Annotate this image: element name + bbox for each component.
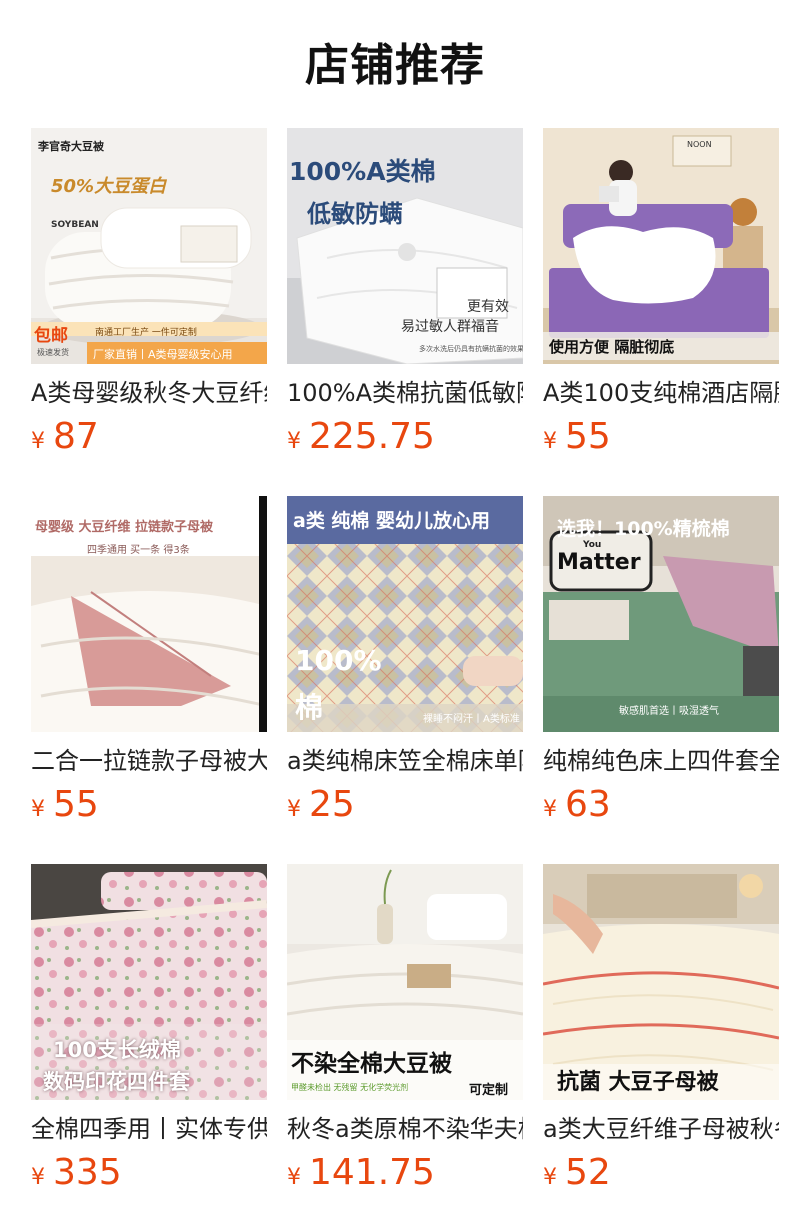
product-name[interactable]: 纯棉纯色床上四件套全棉 [543, 746, 779, 778]
currency-symbol: ¥ [287, 1165, 301, 1190]
product-price: ¥225.75 [287, 416, 435, 457]
big2-text: 棉 [295, 691, 324, 724]
small-text: 裸睡不闷汗丨A类标准 [423, 714, 520, 725]
product-card[interactable]: 100%A类棉 低敏防螨 更有效 易过敏人群福音 多次水洗后仍具有抗螨抗菌的效果… [287, 128, 523, 468]
headline-text: 不染全棉大豆被 [291, 1051, 452, 1077]
product-name[interactable]: A类母婴级秋冬大豆纤维被 [31, 378, 267, 410]
tag-text: 可定制 [469, 1083, 509, 1098]
line1-text: 100%A类棉 [289, 157, 436, 186]
currency-symbol: ¥ [287, 429, 301, 454]
product-card[interactable]: 选我！100%精梳棉 You Matter 敏感肌首选丨吸湿透气 纯棉纯色床上四… [543, 496, 779, 836]
product-price: ¥55 [31, 784, 99, 825]
headline-text: 50%大豆蛋白 [51, 176, 167, 197]
product-price: ¥141.75 [287, 1152, 435, 1193]
price-value: 63 [565, 784, 611, 825]
product-image[interactable]: NOON 使用方便 隔脏彻底 [543, 128, 779, 364]
product-name[interactable]: 全棉四季用丨实体专供四件套 [31, 1114, 267, 1146]
product-card[interactable]: 抗菌 大豆子母被 a类大豆纤维子母被秋冬加厚 ¥52 [543, 864, 779, 1204]
product-name[interactable]: a类纯棉床笠全棉床单防滑 [287, 746, 523, 778]
brand-text: 李官奇大豆被 [38, 140, 104, 153]
product-card[interactable]: 100支长绒棉 数码印花四件套 全棉四季用丨实体专供四件套 ¥335 [31, 864, 267, 1204]
product-name[interactable]: 秋冬a类原棉不染华夫格被 [287, 1114, 523, 1146]
product-card[interactable]: 母婴级 大豆纤维 拉链款子母被 四季通用 买一条 得3条 二合一拉链款子母被大豆… [31, 496, 267, 836]
product-image[interactable]: 100%A类棉 低敏防螨 更有效 易过敏人群福音 多次水洗后仍具有抗螨抗菌的效果 [287, 128, 523, 364]
bedroom-sleepbag-image [543, 128, 779, 364]
currency-symbol: ¥ [31, 1165, 45, 1190]
price-value: 335 [53, 1152, 122, 1193]
product-image[interactable]: a类 纯棉 婴幼儿放心用 100% 棉 裸睡不闷汗丨A类标准 [287, 496, 523, 732]
small-text: 敏感肌首选丨吸湿透气 [619, 706, 719, 717]
line1-text: 100支长绒棉 [53, 1038, 181, 1062]
price-value: 141.75 [309, 1152, 435, 1193]
recommend-page: 店铺推荐 李官奇大豆被 50%大豆蛋白 SOYBEAN 包邮 极速发货 南通工厂… [0, 0, 790, 1232]
product-name[interactable]: 二合一拉链款子母被大豆纤维 [31, 746, 267, 778]
price-value: 55 [565, 416, 611, 457]
currency-symbol: ¥ [543, 797, 557, 822]
product-image[interactable]: 100支长绒棉 数码印花四件套 [31, 864, 267, 1100]
price-value: 87 [53, 416, 99, 457]
line3-text: 更有效 [467, 299, 509, 315]
line2-text: 数码印花四件套 [43, 1070, 190, 1094]
product-card[interactable]: 李官奇大豆被 50%大豆蛋白 SOYBEAN 包邮 极速发货 南通工厂生产 一件… [31, 128, 267, 468]
headline-text: a类 纯棉 婴幼儿放心用 [293, 510, 491, 532]
currency-symbol: ¥ [543, 429, 557, 454]
line4-text: 易过敏人群福音 [401, 319, 499, 335]
line2-text: 四季通用 买一条 得3条 [87, 545, 190, 556]
product-card[interactable]: a类 纯棉 婴幼儿放心用 100% 棉 裸睡不闷汗丨A类标准 a类纯棉床笠全棉床… [287, 496, 523, 836]
big1-text: 100% [295, 644, 382, 677]
product-price: ¥55 [543, 416, 611, 457]
product-image[interactable]: 不染全棉大豆被 甲醛未检出 无残留 无化学荧光剂 可定制 [287, 864, 523, 1100]
product-image[interactable]: 选我！100%精梳棉 You Matter 敏感肌首选丨吸湿透气 [543, 496, 779, 732]
pillow-text: Matter [557, 550, 641, 575]
product-price: ¥52 [543, 1152, 611, 1193]
line2-text: 低敏防螨 [307, 200, 403, 228]
product-price: ¥63 [543, 784, 611, 825]
product-image[interactable]: 抗菌 大豆子母被 [543, 864, 779, 1100]
product-card[interactable]: NOON 使用方便 隔脏彻底 A类100支纯棉酒店隔脏睡袋 ¥55 [543, 128, 779, 468]
product-price: ¥25 [287, 784, 355, 825]
product-name[interactable]: A类100支纯棉酒店隔脏睡袋 [543, 378, 779, 410]
section-title: 店铺推荐 [305, 40, 485, 91]
price-value: 55 [53, 784, 99, 825]
price-value: 52 [565, 1152, 611, 1193]
sub-text: 甲醛未检出 无残留 无化学荧光剂 [291, 1083, 409, 1092]
floral-bedding-image [31, 864, 267, 1100]
wall-text: NOON [687, 140, 712, 149]
product-image[interactable]: 母婴级 大豆纤维 拉链款子母被 四季通用 买一条 得3条 [31, 496, 267, 732]
product-name[interactable]: 100%A类棉抗菌低敏防螨被 [287, 378, 523, 410]
currency-symbol: ¥ [287, 797, 301, 822]
line5-text: 多次水洗后仍具有抗螨抗菌的效果 [419, 345, 523, 353]
bar2-text: 厂家直销丨A类母婴级安心用 [93, 348, 233, 361]
product-name[interactable]: a类大豆纤维子母被秋冬加厚 [543, 1114, 779, 1146]
price-value: 225.75 [309, 416, 435, 457]
line1-text: 母婴级 大豆纤维 拉链款子母被 [35, 520, 214, 535]
product-image[interactable]: 李官奇大豆被 50%大豆蛋白 SOYBEAN 包邮 极速发货 南通工厂生产 一件… [31, 128, 267, 364]
product-card[interactable]: 不染全棉大豆被 甲醛未检出 无残留 无化学荧光剂 可定制 秋冬a类原棉不染华夫格… [287, 864, 523, 1204]
currency-symbol: ¥ [31, 797, 45, 822]
product-price: ¥335 [31, 1152, 122, 1193]
headline-text: 抗菌 大豆子母被 [557, 1070, 719, 1095]
label-text: SOYBEAN [51, 220, 99, 230]
product-price: ¥87 [31, 416, 99, 457]
badge-sub-text: 极速发货 [37, 348, 69, 357]
currency-symbol: ¥ [543, 1165, 557, 1190]
currency-symbol: ¥ [31, 429, 45, 454]
bar1-text: 南通工厂生产 一件可定制 [95, 328, 197, 338]
price-value: 25 [309, 784, 355, 825]
badge-text: 包邮 [34, 326, 68, 346]
pillow-small-text: You [583, 540, 602, 550]
caption-text: 使用方便 隔脏彻底 [549, 338, 675, 356]
headline-text: 选我！100%精梳棉 [557, 518, 730, 540]
